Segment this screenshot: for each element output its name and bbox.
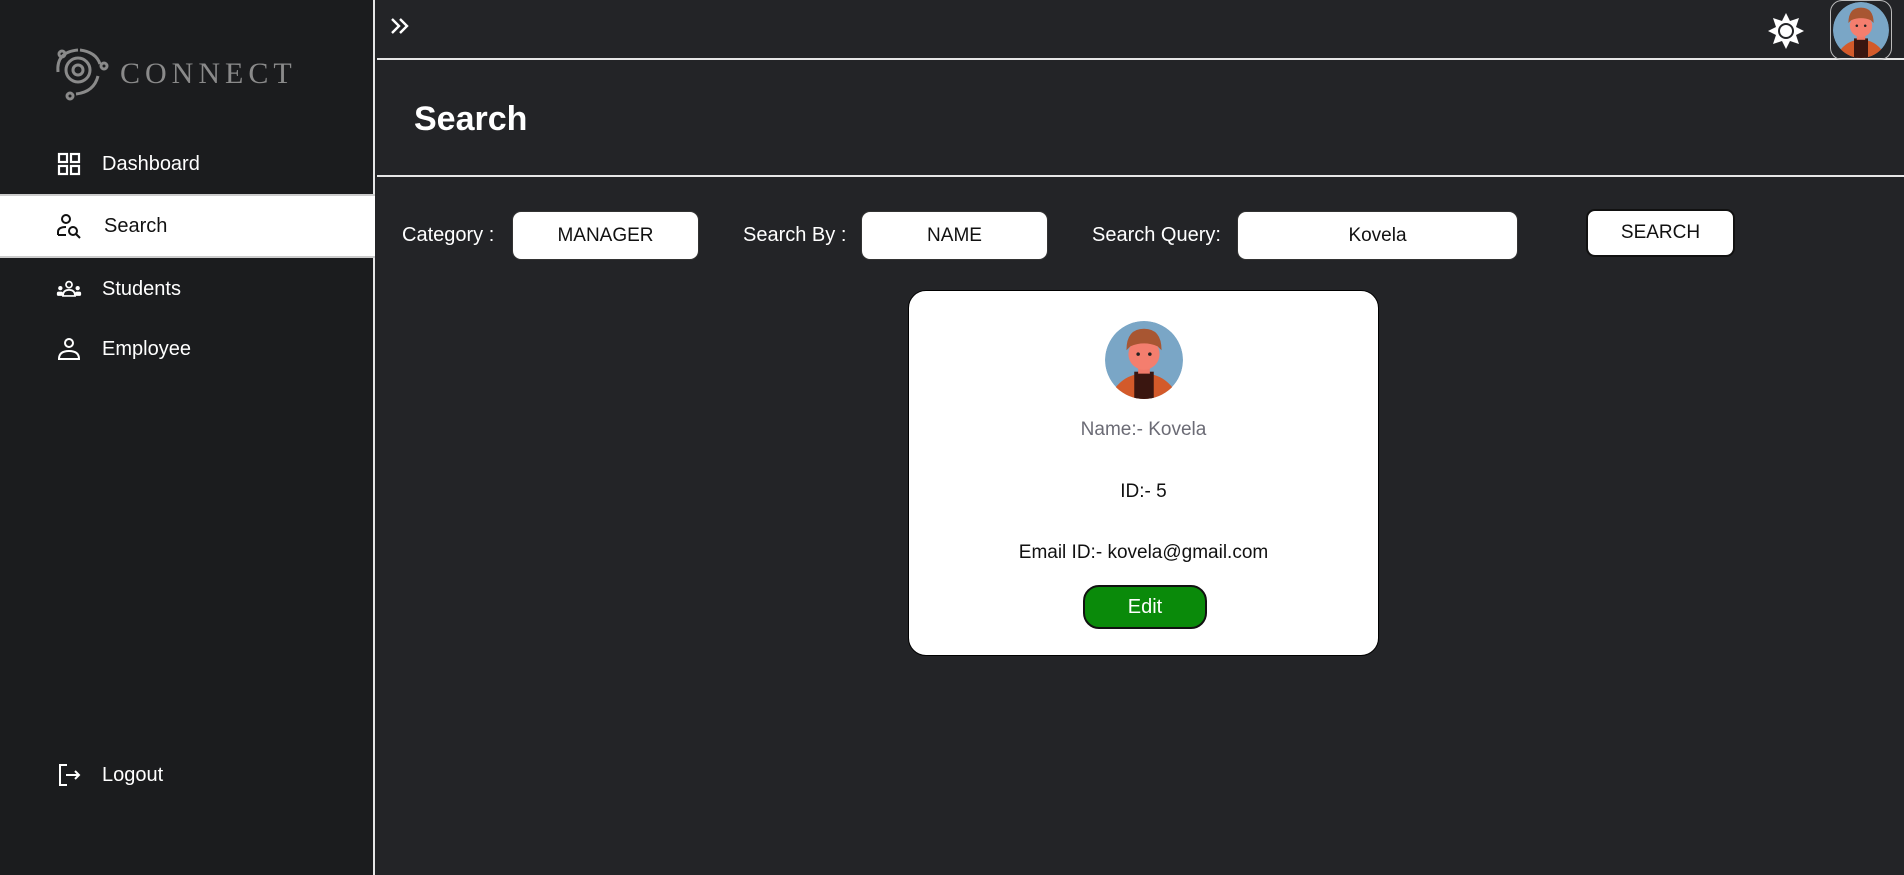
logout-icon [56, 762, 82, 788]
connect-logo-icon [56, 48, 109, 101]
search-query-label: Search Query: [1092, 224, 1221, 246]
result-email: Email ID:- kovela@gmail.com [1018, 542, 1269, 563]
result-card: Name:- Kovela ID:- 5 Email ID:- kovela@g… [908, 290, 1379, 656]
brand-logo[interactable]: CONNECT [52, 46, 297, 102]
logout-button[interactable]: Logout [0, 744, 375, 806]
expand-sidebar-icon[interactable] [389, 14, 411, 43]
sidebar-item-dashboard[interactable]: Dashboard [0, 133, 375, 195]
search-by-label: Search By : [743, 224, 847, 246]
page-title: Search [414, 100, 528, 138]
grid-icon [56, 151, 82, 177]
sidebar: CONNECT Dashboard Search Students Employ… [0, 0, 375, 875]
sidebar-item-label: Search [104, 214, 168, 237]
profile-avatar[interactable] [1830, 0, 1892, 60]
search-button[interactable]: SEARCH [1586, 209, 1735, 257]
brand-name: CONNECT [120, 57, 297, 90]
category-label: Category : [402, 224, 495, 246]
page-header: Search [377, 62, 1904, 177]
logout-label: Logout [102, 763, 164, 786]
sidebar-item-students[interactable]: Students [0, 258, 375, 320]
top-bar [377, 0, 1904, 60]
result-avatar [1105, 321, 1183, 399]
user-icon [56, 336, 82, 362]
users-icon [56, 276, 82, 302]
result-id: ID:- 5 [1120, 481, 1167, 502]
sidebar-item-search[interactable]: Search [0, 194, 375, 258]
search-query-input[interactable]: Kovela [1237, 211, 1518, 260]
category-select[interactable]: MANAGER [512, 211, 699, 260]
edit-button[interactable]: Edit [1083, 585, 1207, 629]
sidebar-item-label: Students [102, 277, 181, 300]
sidebar-item-label: Dashboard [102, 152, 200, 175]
sidebar-item-label: Employee [102, 337, 191, 360]
sidebar-item-employee[interactable]: Employee [0, 318, 375, 380]
user-search-icon [56, 213, 82, 239]
search-by-select[interactable]: NAME [861, 211, 1048, 260]
theme-toggle-sun-icon[interactable] [1767, 12, 1805, 55]
result-name: Name:- Kovela [1080, 419, 1207, 440]
